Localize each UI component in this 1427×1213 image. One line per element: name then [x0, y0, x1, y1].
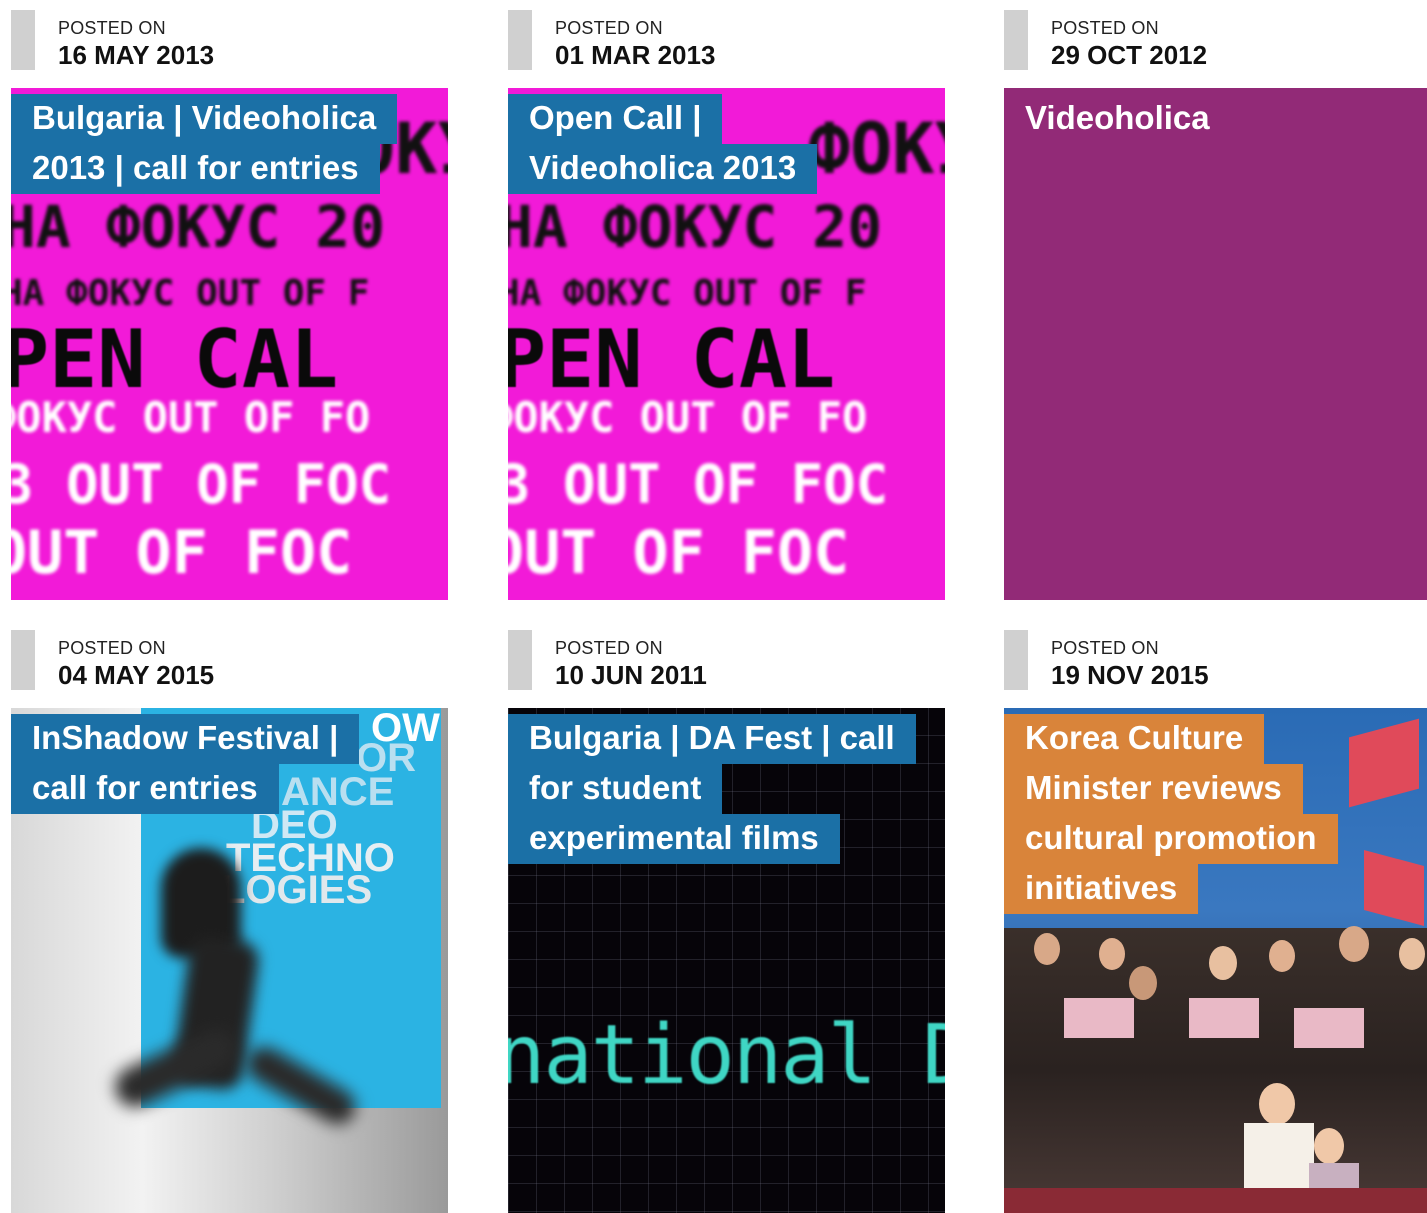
post-date: 16 MAY 2013	[58, 40, 215, 70]
post-title-line[interactable]: Open Call |	[508, 94, 723, 144]
person-face	[1339, 926, 1369, 962]
post-title-line[interactable]: for student	[508, 764, 723, 814]
post-title[interactable]: Korea Culture Minister reviews cultural …	[1004, 714, 1338, 914]
post-title-line[interactable]: Bulgaria | DA Fest | call	[508, 714, 916, 764]
person-face	[1399, 938, 1425, 970]
post-card[interactable]: POSTED ON 16 MAY 2013 ФОКУС НА ФОКУС 20 …	[11, 10, 448, 600]
person-face	[1034, 933, 1060, 965]
posted-on-label: POSTED ON	[555, 18, 663, 38]
art-text: НА ФОКУС 20	[508, 193, 883, 261]
art-text: OUT OF FOC	[11, 518, 353, 588]
art-text: ФОКУС OUT OF FO	[508, 393, 868, 442]
date-accent-bar	[11, 630, 35, 690]
person-face	[1269, 940, 1295, 972]
person-face	[1129, 966, 1157, 1000]
post-thumbnail[interactable]: OW OR ANCE DEO TECHNO LOGIES InShadow Fe…	[11, 708, 448, 1213]
art-text: LOGIES	[221, 868, 373, 912]
post-thumbnail[interactable]: Korea Culture Minister reviews cultural …	[1004, 708, 1427, 1213]
post-title-line[interactable]: initiatives	[1004, 864, 1199, 914]
post-meta: POSTED ON 10 JUN 2011	[508, 630, 945, 690]
post-card[interactable]: POSTED ON 29 OCT 2012 Videoholica	[1004, 10, 1427, 600]
date-accent-bar	[1004, 630, 1028, 690]
post-date: 04 MAY 2015	[58, 660, 215, 690]
post-thumbnail[interactable]: ФОКУС НА ФОКУС 20 НА ФОКУС OUT OF F PEN …	[11, 88, 448, 600]
posted-on-label: POSTED ON	[58, 18, 166, 38]
post-meta: POSTED ON 16 MAY 2013	[11, 10, 448, 70]
post-meta: POSTED ON 29 OCT 2012	[1004, 10, 1427, 70]
placard	[1294, 1008, 1364, 1048]
posted-on-label: POSTED ON	[555, 638, 663, 658]
child-face	[1259, 1083, 1295, 1125]
post-title[interactable]: Bulgaria | DA Fest | call for student ex…	[508, 714, 916, 864]
post-title[interactable]: Bulgaria | Videoholica 2013 | call for e…	[11, 94, 398, 194]
child-face	[1314, 1128, 1344, 1164]
post-meta: POSTED ON 04 MAY 2015	[11, 630, 448, 690]
post-title-line[interactable]: Videoholica	[1004, 94, 1231, 144]
art-text: 3 OUT OF FOC	[508, 453, 889, 516]
post-date: 19 NOV 2015	[1051, 660, 1209, 690]
post-thumbnail[interactable]: Videoholica	[1004, 88, 1427, 600]
post-title-line[interactable]: Korea Culture	[1004, 714, 1265, 764]
post-card[interactable]: POSTED ON 01 MAR 2013 ФОКУС НА ФОКУС 20 …	[508, 10, 945, 600]
posted-on-label: POSTED ON	[1051, 18, 1159, 38]
person-face	[1099, 938, 1125, 970]
art-text: OUT OF FOC	[508, 518, 850, 588]
art-text: НА ФОКУС OUT OF F	[508, 273, 867, 314]
date-accent-bar	[1004, 10, 1028, 70]
post-title-line[interactable]: experimental films	[508, 814, 840, 864]
art-text: ФОКУС OUT OF FO	[11, 393, 371, 442]
art-text: ФОКУС	[808, 108, 945, 190]
post-date: 29 OCT 2012	[1051, 40, 1208, 70]
post-thumbnail[interactable]: ФОКУС НА ФОКУС 20 НА ФОКУС OUT OF F PEN …	[508, 88, 945, 600]
post-card[interactable]: POSTED ON 04 MAY 2015 OW OR ANCE DEO TEC…	[11, 630, 448, 1213]
post-title-line[interactable]: InShadow Festival |	[11, 714, 360, 764]
post-title-line[interactable]: Videoholica 2013	[508, 144, 818, 194]
post-card[interactable]: POSTED ON 19 NOV 2015 Korea Culture Mini…	[1004, 630, 1427, 1213]
floor-strip	[1004, 1188, 1427, 1213]
posted-on-label: POSTED ON	[1051, 638, 1159, 658]
art-text: НА ФОКУС 20	[11, 193, 386, 261]
art-text: НА ФОКУС OUT OF F	[11, 273, 370, 314]
post-title-line[interactable]: cultural promotion	[1004, 814, 1338, 864]
post-title-line[interactable]: Minister reviews	[1004, 764, 1303, 814]
post-title[interactable]: Open Call | Videoholica 2013	[508, 94, 818, 194]
placard	[1064, 998, 1134, 1038]
post-date: 10 JUN 2011	[555, 660, 707, 690]
post-thumbnail[interactable]: national DI Bulgaria | DA Fest | call fo…	[508, 708, 945, 1213]
date-accent-bar	[508, 10, 532, 70]
post-title-line[interactable]: Bulgaria | Videoholica	[11, 94, 398, 144]
placard	[1189, 998, 1259, 1038]
post-meta: POSTED ON 01 MAR 2013	[508, 10, 945, 70]
post-title[interactable]: InShadow Festival | call for entries	[11, 714, 360, 814]
date-accent-bar	[11, 10, 35, 70]
date-accent-bar	[508, 630, 532, 690]
person-face	[1209, 946, 1237, 980]
posted-on-label: POSTED ON	[58, 638, 166, 658]
post-date: 01 MAR 2013	[555, 40, 716, 70]
post-title[interactable]: Videoholica	[1004, 94, 1231, 144]
post-card[interactable]: POSTED ON 10 JUN 2011 national DI Bulgar…	[508, 630, 945, 1213]
post-title-line[interactable]: call for entries	[11, 764, 279, 814]
art-text: 3 OUT OF FOC	[11, 453, 392, 516]
post-meta: POSTED ON 19 NOV 2015	[1004, 630, 1427, 690]
post-title-line[interactable]: 2013 | call for entries	[11, 144, 380, 194]
art-text: national DI	[508, 1008, 945, 1103]
